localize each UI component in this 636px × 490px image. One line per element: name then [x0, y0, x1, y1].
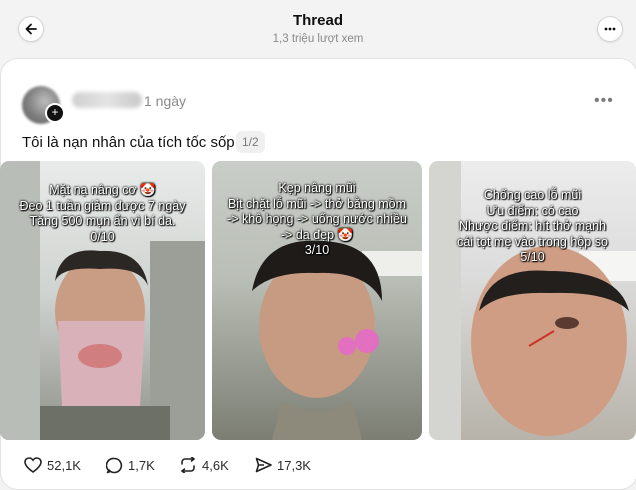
username-blurred[interactable]: [72, 92, 142, 108]
media-2-line-2: Bịt chặt lỗ mũi -> thở bằng mồm: [227, 196, 407, 211]
page-indicator: 1/2: [236, 131, 265, 153]
reply-button[interactable]: 1,7K: [106, 455, 155, 475]
media-3-line-2: Ưu điểm: có cao: [486, 203, 579, 218]
media-image-3[interactable]: Chống cao lỗ mũi Ưu điểm: có cao Nhược đ…: [429, 161, 636, 440]
media-1-line-3: Tăng 500 mụn ẩn vì bí da.: [29, 214, 176, 228]
media-3-line-3: Nhược điểm: hít thở mạnh: [458, 219, 607, 233]
post-text: Tôi là nạn nhân của tích tốc sốp: [22, 134, 235, 151]
like-count: 52,1K: [47, 457, 81, 473]
media-3-line-4: cái tọt mẹ vào trong hộp sọ: [457, 234, 608, 249]
media-2-line-5: 3/10: [304, 243, 330, 257]
send-icon: [255, 457, 272, 473]
media-1-line-2: Đeo 1 tuần giảm được 7 ngày: [19, 198, 186, 213]
top-bar: Thread 1,3 triệu lượt xem: [0, 0, 636, 58]
media-3-line-5: 5/10: [520, 250, 545, 264]
media-1-line-1: Mặt nạ nâng cơ 🤡: [49, 183, 156, 197]
heart-icon: [24, 457, 42, 473]
repost-count: 4,6K: [202, 457, 229, 473]
more-options-button[interactable]: [597, 16, 623, 42]
more-horizontal-icon: [604, 27, 616, 31]
view-count: 1,3 triệu lượt xem: [272, 33, 364, 45]
repost-icon: [180, 457, 196, 473]
like-button[interactable]: 52,1K: [24, 455, 81, 475]
media-2-line-4: -> da đẹp 🤡: [280, 227, 354, 242]
share-button[interactable]: 17,3K: [255, 455, 311, 475]
media-3-line-1: Chống cao lỗ mũi: [483, 188, 582, 202]
follow-plus-icon[interactable]: +: [45, 103, 65, 123]
page-title: Thread: [292, 12, 343, 29]
media-2-line-1: Kẹp nâng mũi: [278, 181, 356, 195]
media-1-line-4: 0/10: [90, 229, 115, 244]
media-image-2[interactable]: Kẹp nâng mũi Bịt chặt lỗ mũi -> thở bằng…: [212, 161, 422, 440]
repost-button[interactable]: 4,6K: [179, 455, 229, 475]
media-image-1[interactable]: Mặt nạ nâng cơ 🤡 Đeo 1 tuần giảm được 7 …: [0, 161, 205, 440]
post-time: 1 ngày: [144, 93, 187, 109]
comment-icon: [106, 457, 123, 473]
post-more-icon[interactable]: •••: [594, 92, 614, 110]
reply-count: 1,7K: [128, 457, 155, 473]
media-2-line-3: -> khô họng -> uống nước nhiều: [227, 212, 407, 226]
share-count: 17,3K: [277, 457, 311, 473]
